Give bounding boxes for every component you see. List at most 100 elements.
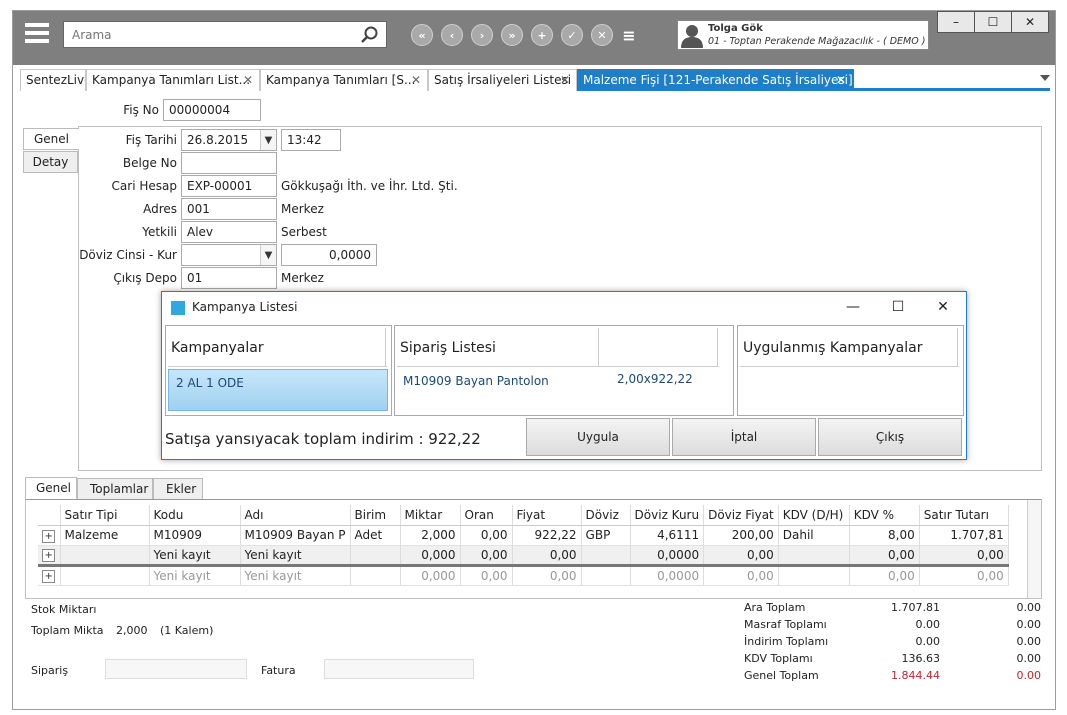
tab-bottom-genel[interactable]: Genel [25, 477, 77, 499]
iptal-button[interactable]: İptal [672, 418, 816, 456]
fis-tarihi-field[interactable]: 26.8.2015 ▼ [181, 129, 277, 151]
table-cell[interactable]: 0,0000 [630, 563, 705, 586]
maximize-button[interactable]: ☐ [974, 11, 1012, 33]
column-header[interactable]: Adı [240, 505, 351, 526]
table-cell[interactable]: M10909 Bayan P [240, 525, 351, 546]
fatura-field[interactable] [324, 659, 474, 679]
table-cell[interactable]: 0,00 [703, 545, 779, 566]
cikis-depo-field[interactable]: 01 [181, 267, 277, 289]
table-cell[interactable] [60, 563, 150, 586]
tab-toplamlar[interactable]: Toplamlar [77, 478, 153, 500]
table-cell[interactable]: Dahil [778, 525, 850, 546]
table-cell[interactable]: 0,00 [460, 545, 513, 566]
column-header[interactable]: Satır Tutarı [919, 505, 1009, 526]
next-record-button[interactable]: › [471, 24, 493, 46]
add-button[interactable]: + [531, 24, 553, 46]
table-cell[interactable]: Yeni kayıt [149, 545, 241, 566]
table-cell[interactable] [350, 563, 401, 586]
table-cell[interactable]: 922,22 [512, 525, 582, 546]
table-cell[interactable]: 4,6111 [630, 525, 705, 546]
table-cell[interactable]: Yeni kayıt [240, 563, 351, 586]
tab-genel[interactable]: Genel [23, 128, 79, 150]
tab-ekler[interactable]: Ekler [153, 478, 203, 500]
cari-hesap-field[interactable]: EXP-00001 [181, 175, 277, 197]
siparis-item-name[interactable]: M10909 Bayan Pantolon [403, 374, 549, 388]
search-box[interactable] [63, 21, 387, 48]
table-row[interactable]: + Malzeme M10909 M10909 Bayan P Adet 2,0… [38, 525, 1009, 546]
siparis-field[interactable] [105, 659, 247, 679]
table-cell[interactable]: Yeni kayıt [149, 563, 241, 586]
first-record-button[interactable]: « [411, 24, 433, 46]
table-cell[interactable]: 0,000 [400, 563, 461, 586]
minimize-button[interactable]: – [937, 11, 975, 33]
last-record-button[interactable]: » [501, 24, 523, 46]
tab-close-icon[interactable]: ✕ [836, 73, 846, 87]
previous-record-button[interactable]: ‹ [441, 24, 463, 46]
tab-satis-irsaliyeleri[interactable]: Satış İrsaliyeleri Listesi ✕ [428, 69, 577, 91]
dialog-minimize-button[interactable]: — [842, 296, 864, 318]
expand-row-icon[interactable]: + [42, 570, 56, 583]
yetkili-field[interactable]: Alev [181, 221, 277, 243]
table-cell[interactable]: 1.707,81 [919, 525, 1009, 546]
tab-sentezlive[interactable]: SentezLive [20, 69, 86, 91]
table-cell[interactable]: 0,00 [703, 563, 779, 586]
table-cell[interactable]: 8,00 [849, 525, 920, 546]
table-cell[interactable]: 0,00 [460, 563, 513, 586]
saat-field[interactable]: 13:42 [281, 129, 341, 151]
column-header[interactable]: Kodu [149, 505, 241, 526]
expand-row-icon[interactable]: + [42, 549, 56, 562]
table-cell[interactable]: 0,00 [512, 545, 582, 566]
cikis-button[interactable]: Çıkış [818, 418, 962, 456]
confirm-button[interactable]: ✓ [561, 24, 583, 46]
chevron-down-icon[interactable]: ▼ [260, 130, 276, 150]
kampanya-list-item[interactable]: 2 AL 1 ODE [168, 369, 388, 411]
adres-field[interactable]: 001 [181, 198, 277, 220]
table-cell[interactable] [581, 563, 631, 586]
column-header[interactable]: Döviz Fiyat [703, 505, 779, 526]
table-cell[interactable]: 0,00 [512, 563, 582, 586]
table-cell[interactable] [581, 545, 631, 566]
table-cell[interactable]: Adet [350, 525, 401, 546]
siparis-item-value[interactable]: 2,00x922,22 [617, 372, 693, 386]
table-cell[interactable]: 0,00 [849, 545, 920, 566]
column-header[interactable]: Satır Tipi [60, 505, 150, 526]
table-cell[interactable]: 2,000 [400, 525, 461, 546]
tabs-dropdown-icon[interactable] [1040, 75, 1050, 81]
tab-close-icon[interactable]: ✕ [411, 73, 421, 87]
column-header[interactable]: KDV % [849, 505, 920, 526]
table-cell[interactable] [778, 563, 850, 586]
fis-no-field[interactable]: 00000004 [163, 99, 261, 121]
table-cell[interactable]: M10909 [149, 525, 241, 546]
kur-field[interactable]: 0,0000 [281, 244, 377, 266]
table-cell[interactable]: GBP [581, 525, 631, 546]
tab-close-icon[interactable]: ✕ [243, 73, 253, 87]
tab-malzeme-fisi[interactable]: Malzeme Fişi [121-Perakende Satış İrsali… [577, 69, 854, 91]
table-cell[interactable]: 0,0000 [630, 545, 705, 566]
tab-kampanya-tanimlari[interactable]: Kampanya Tanımları [S... ✕ [260, 69, 428, 91]
tab-detay[interactable]: Detay [23, 151, 78, 173]
column-header[interactable]: Döviz Kuru [630, 505, 705, 526]
table-cell[interactable] [350, 545, 401, 566]
table-row[interactable]: + Yeni kayıt Yeni kayıt 0,000 0,00 0,00 … [38, 563, 1009, 586]
tab-close-icon[interactable]: ✕ [560, 73, 570, 87]
menu-icon[interactable] [25, 23, 49, 45]
grid-scrollbar[interactable] [1027, 500, 1041, 598]
table-cell[interactable]: 0,00 [460, 525, 513, 546]
user-panel[interactable]: Tolga Gök 01 - Toptan Perakende Mağazacı… [677, 20, 929, 50]
list-button[interactable]: ≡ [621, 24, 637, 46]
column-header[interactable]: Oran [460, 505, 513, 526]
column-header[interactable]: Birim [350, 505, 401, 526]
table-row[interactable]: + Yeni kayıt Yeni kayıt 0,000 0,00 0,00 … [38, 545, 1009, 566]
belge-no-field[interactable] [181, 152, 277, 174]
table-cell[interactable] [778, 545, 850, 566]
table-cell[interactable]: 0,000 [400, 545, 461, 566]
tab-kampanya-tanimlari-list[interactable]: Kampanya Tanımları List... ✕ [86, 69, 260, 91]
column-header[interactable]: Fiyat [512, 505, 582, 526]
search-input[interactable] [64, 22, 344, 47]
dialog-close-button[interactable]: ✕ [932, 296, 954, 318]
uygula-button[interactable]: Uygula [526, 418, 670, 456]
close-button[interactable]: ✕ [1011, 11, 1049, 33]
table-cell[interactable]: 0,00 [849, 563, 920, 586]
table-cell[interactable] [60, 545, 150, 566]
cancel-button[interactable]: ✕ [591, 24, 613, 46]
